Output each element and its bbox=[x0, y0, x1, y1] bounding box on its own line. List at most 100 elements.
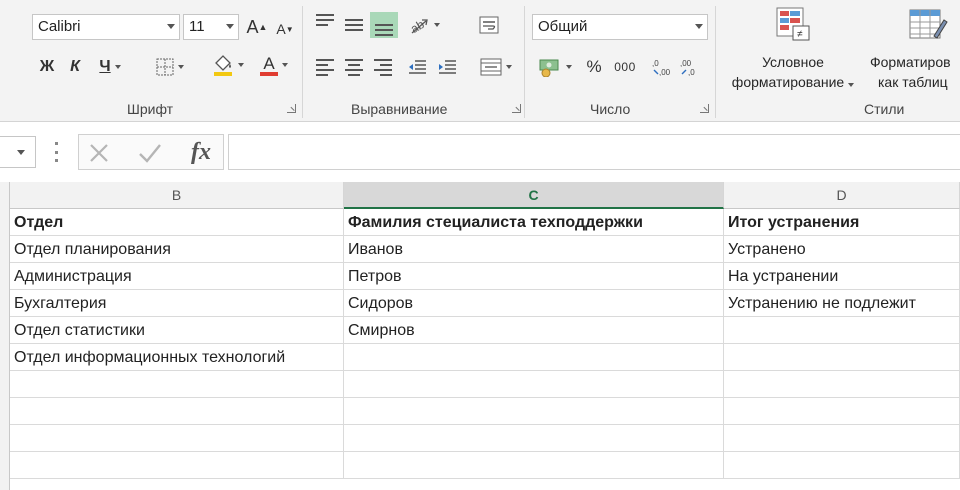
borders-button[interactable] bbox=[148, 54, 192, 80]
grow-font-button[interactable]: A ▲ bbox=[246, 14, 268, 40]
font-dialog-launcher[interactable] bbox=[287, 104, 296, 113]
cell-c[interactable] bbox=[344, 452, 724, 479]
percent-label: % bbox=[586, 57, 602, 76]
align-middle-button[interactable] bbox=[341, 12, 367, 38]
underline-button[interactable]: Ч bbox=[92, 54, 128, 80]
cell-c[interactable] bbox=[344, 344, 724, 371]
align-center-button[interactable] bbox=[341, 54, 367, 80]
cell-d[interactable] bbox=[724, 452, 960, 479]
cell-b[interactable] bbox=[10, 425, 344, 452]
thousands-separator-button[interactable]: 000 bbox=[610, 54, 640, 80]
cell-c[interactable]: Смирнов bbox=[344, 317, 724, 344]
insert-function-button[interactable]: fx bbox=[185, 137, 217, 167]
align-bottom-button[interactable] bbox=[370, 12, 398, 38]
font-name-value: Calibri bbox=[38, 18, 81, 35]
chevron-down-icon bbox=[226, 24, 234, 29]
cell-b[interactable]: Отдел планирования bbox=[10, 236, 344, 263]
formula-input[interactable] bbox=[228, 134, 960, 170]
increase-decimal-button[interactable]: ,0,00 bbox=[650, 54, 674, 80]
font-color-button[interactable]: A bbox=[254, 52, 294, 78]
conditional-formatting-label-1: Условное bbox=[762, 54, 824, 70]
percent-button[interactable]: % bbox=[582, 54, 606, 80]
chevron-down-icon bbox=[17, 150, 25, 155]
borders-icon bbox=[156, 58, 174, 76]
merge-center-button[interactable] bbox=[474, 54, 518, 80]
close-icon bbox=[90, 144, 108, 162]
grow-font-icon: A bbox=[246, 16, 259, 37]
fill-color-button[interactable] bbox=[208, 52, 248, 78]
formula-buttons: fx bbox=[78, 134, 224, 170]
increase-decimal-icon: ,0,00 bbox=[652, 59, 671, 77]
alignment-dialog-launcher[interactable] bbox=[512, 104, 521, 113]
cell-d[interactable]: Устранению не подлежит bbox=[724, 290, 960, 317]
cell-c[interactable]: Иванов bbox=[344, 236, 724, 263]
chevron-down-icon bbox=[506, 65, 512, 69]
cell-d[interactable] bbox=[724, 398, 960, 425]
currency-format-button[interactable] bbox=[534, 54, 576, 80]
column-header-d[interactable]: D bbox=[724, 182, 960, 209]
cancel-button[interactable] bbox=[87, 141, 113, 165]
bold-label: Ж bbox=[39, 58, 55, 75]
svg-text:,0: ,0 bbox=[688, 68, 695, 77]
chevron-down-icon bbox=[695, 24, 703, 29]
cell-b[interactable]: Отдел информационных технологий bbox=[10, 344, 344, 371]
cell-c[interactable] bbox=[344, 398, 724, 425]
number-group-label: Число bbox=[590, 101, 631, 117]
column-header-c[interactable]: C bbox=[344, 182, 724, 209]
font-name-combo[interactable]: Calibri bbox=[32, 14, 180, 40]
fill-bucket-icon bbox=[214, 55, 232, 76]
orientation-button[interactable]: ab bbox=[404, 12, 444, 38]
merge-cells-icon bbox=[480, 58, 502, 76]
cell-d[interactable]: Итог устранения bbox=[724, 209, 960, 236]
fx-icon: fx bbox=[191, 139, 211, 165]
cell-d[interactable] bbox=[724, 371, 960, 398]
enter-button[interactable] bbox=[137, 141, 165, 165]
number-format-combo[interactable]: Общий bbox=[532, 14, 708, 40]
thousands-label: 000 bbox=[614, 60, 636, 74]
formula-bar: fx bbox=[0, 122, 960, 182]
cell-d[interactable] bbox=[724, 344, 960, 371]
cell-c[interactable] bbox=[344, 371, 724, 398]
cell-d[interactable]: Устранено bbox=[724, 236, 960, 263]
cell-c[interactable] bbox=[344, 425, 724, 452]
wrap-text-button[interactable] bbox=[476, 12, 502, 38]
italic-label: К bbox=[70, 58, 80, 75]
format-as-table-button[interactable]: Форматиров как таблиц bbox=[868, 4, 960, 96]
cell-c[interactable]: Сидоров bbox=[344, 290, 724, 317]
svg-text:≠: ≠ bbox=[797, 29, 803, 40]
cell-b[interactable]: Администрация bbox=[10, 263, 344, 290]
bold-button[interactable]: Ж bbox=[36, 54, 58, 80]
italic-button[interactable]: К bbox=[64, 54, 86, 80]
cell-b[interactable] bbox=[10, 371, 344, 398]
chevron-down-icon bbox=[114, 65, 121, 69]
format-as-table-label-2: как таблиц bbox=[878, 74, 948, 90]
conditional-formatting-button[interactable]: ≠ Условное форматирование bbox=[720, 4, 866, 96]
increase-indent-button[interactable] bbox=[434, 54, 460, 80]
number-dialog-launcher[interactable] bbox=[700, 104, 709, 113]
cell-b[interactable]: Отдел статистики bbox=[10, 317, 344, 344]
cell-b[interactable] bbox=[10, 452, 344, 479]
decrease-decimal-button[interactable]: ,00,0 bbox=[678, 54, 702, 80]
align-top-button[interactable] bbox=[312, 12, 338, 38]
text-orientation-icon: ab bbox=[408, 17, 428, 35]
align-middle-icon bbox=[345, 19, 363, 31]
cell-d[interactable] bbox=[724, 425, 960, 452]
name-box[interactable] bbox=[0, 136, 36, 168]
column-header-b[interactable]: B bbox=[10, 182, 344, 209]
cell-d[interactable]: На устранении bbox=[724, 263, 960, 290]
align-right-icon bbox=[374, 58, 392, 76]
align-right-button[interactable] bbox=[370, 54, 396, 80]
cell-d[interactable] bbox=[724, 317, 960, 344]
conditional-formatting-label-2: форматирование bbox=[731, 74, 845, 90]
cell-c[interactable]: Петров bbox=[344, 263, 724, 290]
align-left-button[interactable] bbox=[312, 54, 338, 80]
cell-b[interactable] bbox=[10, 398, 344, 425]
shrink-font-button[interactable]: A ▼ bbox=[274, 16, 296, 42]
font-size-combo[interactable]: 11 bbox=[183, 14, 239, 40]
cell-c[interactable]: Фамилия стециалиста техподдержки bbox=[344, 209, 724, 236]
number-format-value: Общий bbox=[538, 18, 588, 35]
cell-b[interactable]: Бухгалтерия bbox=[10, 290, 344, 317]
formula-bar-grip-icon[interactable] bbox=[55, 142, 58, 162]
cell-b[interactable]: Отдел bbox=[10, 209, 344, 236]
decrease-indent-button[interactable] bbox=[404, 54, 430, 80]
